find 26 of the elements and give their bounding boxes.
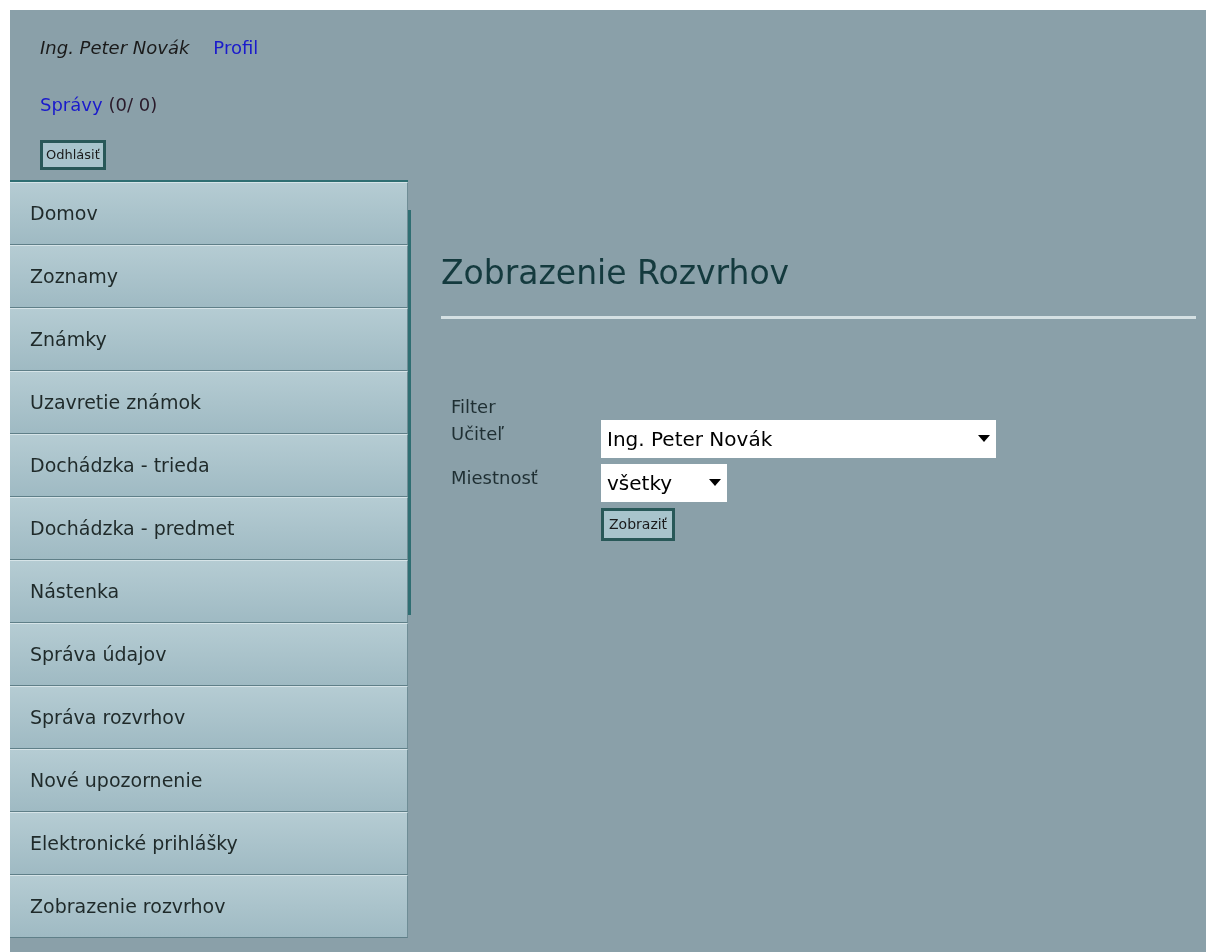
logout-button[interactable]: Odhlásiť: [40, 140, 106, 170]
menu-item[interactable]: Nové upozornenie: [10, 748, 408, 812]
page-title: Zobrazenie Rozvrhov: [441, 252, 791, 294]
show-button[interactable]: Zobraziť: [601, 507, 676, 541]
menu-item[interactable]: Domov: [10, 181, 408, 245]
profile-link[interactable]: Profil: [213, 34, 259, 61]
user-name: Ing. Peter Novák: [40, 36, 190, 60]
filter-heading: Filter: [451, 394, 497, 419]
menu-item[interactable]: Uzavretie známok: [10, 370, 408, 434]
menu-item[interactable]: Zobrazenie rozvrhov: [10, 874, 408, 938]
menu-item[interactable]: Dochádzka - trieda: [10, 433, 408, 497]
messages-link[interactable]: Správy: [40, 91, 103, 118]
caret-icon: [709, 479, 721, 486]
menu-item[interactable]: Dochádzka - predmet: [10, 496, 408, 560]
field-label: Miestnosť: [451, 465, 539, 490]
menu-item[interactable]: Zoznamy: [10, 244, 408, 308]
menu-item[interactable]: Elektronické prihlášky: [10, 811, 408, 875]
menu-item[interactable]: Známky: [10, 307, 408, 371]
menu-item[interactable]: Správa rozvrhov: [10, 685, 408, 749]
menu-item[interactable]: Správa údajov: [10, 622, 408, 686]
menu-item[interactable]: Nástenka: [10, 559, 408, 623]
field-label: Učiteľ: [451, 421, 505, 446]
message-count: (0/ 0): [108, 93, 158, 117]
caret-icon: [978, 435, 990, 442]
select-field[interactable]: Ing. Peter Novák: [601, 419, 996, 458]
select-field[interactable]: všetky: [601, 463, 727, 502]
